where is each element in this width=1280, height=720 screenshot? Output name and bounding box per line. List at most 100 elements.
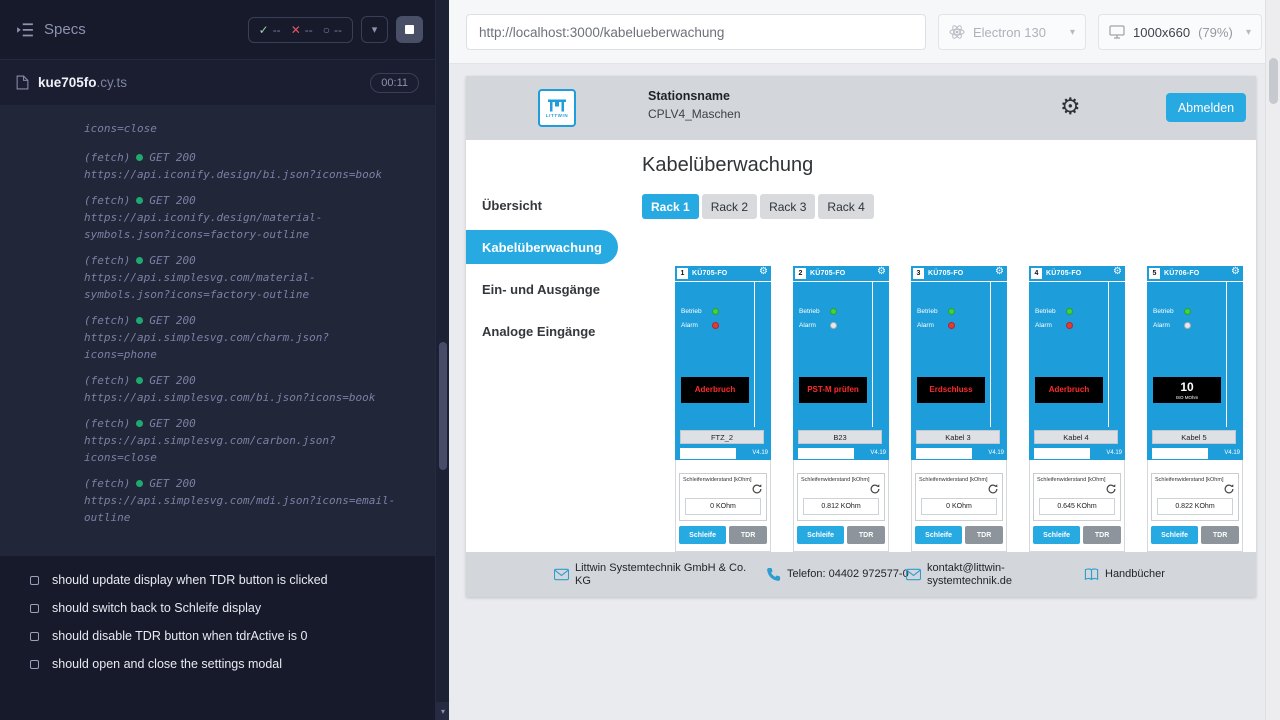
card-settings-gear-icon[interactable]: ⚙: [1113, 267, 1122, 277]
request-status: GET 200: [149, 415, 195, 432]
measurement-box: Schleifenwiderstand [kOhm] 0 KOhm: [679, 473, 767, 521]
pending-icon: ○: [323, 23, 330, 37]
alarm-led: [948, 322, 955, 329]
status-dot-icon: [136, 377, 143, 384]
status-dot-icon: [136, 257, 143, 264]
book-icon: [1084, 567, 1099, 582]
refresh-icon[interactable]: [869, 483, 881, 495]
card-settings-gear-icon[interactable]: ⚙: [1231, 267, 1240, 277]
aux-input[interactable]: [916, 448, 972, 459]
nav-analoge-eingaenge[interactable]: Analoge Eingänge: [466, 310, 626, 352]
aux-input[interactable]: [798, 448, 854, 459]
page-scrollbar[interactable]: [1265, 0, 1280, 720]
logout-button[interactable]: Abmelden: [1166, 93, 1246, 122]
footer-manuals[interactable]: Handbücher: [1084, 552, 1165, 597]
device-model: KÜ705-FO: [692, 270, 727, 277]
test-item[interactable]: should update display when TDR button is…: [0, 566, 435, 594]
tab-rack-4[interactable]: Rack 4: [818, 194, 873, 219]
cable-name-input[interactable]: Kabel 3: [916, 430, 1000, 444]
test-state-icon: [30, 632, 39, 641]
log-entry[interactable]: (fetch)GET 200 https://api.simplesvg.com…: [84, 372, 435, 406]
schleife-button[interactable]: Schleife: [679, 526, 726, 544]
nav-uebersicht[interactable]: Übersicht: [466, 184, 626, 226]
cable-name-input[interactable]: FTZ_2: [680, 430, 764, 444]
betrieb-led: [948, 308, 955, 315]
measurement-label: Schleifenwiderstand [kOhm]: [919, 477, 987, 483]
card-settings-gear-icon[interactable]: ⚙: [877, 267, 886, 277]
cable-name-input[interactable]: Kabel 5: [1152, 430, 1236, 444]
failed-count: --: [305, 23, 313, 37]
nav-ein-und-ausgaenge[interactable]: Ein- und Ausgänge: [466, 268, 626, 310]
tdr-button[interactable]: TDR: [729, 526, 767, 544]
log-entry[interactable]: (fetch)GET 200 https://api.simplesvg.com…: [84, 415, 435, 466]
schleife-button[interactable]: Schleife: [915, 526, 962, 544]
scroll-down-arrow[interactable]: ▾: [436, 702, 450, 720]
chevron-down-icon: ▾: [1246, 27, 1251, 38]
request-url: https://api.simplesvg.com/charm.json?ico…: [84, 329, 396, 363]
betrieb-led: [712, 308, 719, 315]
status-display: 10ISO MOhm: [1153, 377, 1221, 403]
slot-number: 3: [913, 268, 924, 279]
request-type: (fetch): [84, 372, 130, 389]
aux-input[interactable]: [1034, 448, 1090, 459]
request-status: GET 200: [149, 149, 195, 166]
chevron-down-icon: ▾: [1070, 27, 1075, 38]
test-item[interactable]: should switch back to Schleife display: [0, 594, 435, 622]
measurement-box: Schleifenwiderstand [kOhm] 0.645 KOhm: [1033, 473, 1121, 521]
log-entry[interactable]: (fetch)GET 200 https://api.iconify.desig…: [84, 192, 435, 243]
nav-kabelueberwachung[interactable]: Kabelüberwachung: [466, 226, 626, 268]
log-entry[interactable]: (fetch)GET 200 https://api.simplesvg.com…: [84, 475, 435, 526]
settings-gear-icon[interactable]: ⚙: [1060, 95, 1081, 118]
status-display: Aderbruch: [681, 377, 749, 403]
aux-input[interactable]: [1152, 448, 1208, 459]
phone-icon: [766, 567, 781, 582]
scrollbar-thumb[interactable]: [439, 342, 447, 470]
test-item[interactable]: should open and close the settings modal: [0, 650, 435, 678]
tab-rack-2[interactable]: Rack 2: [702, 194, 757, 219]
schleife-button[interactable]: Schleife: [797, 526, 844, 544]
browser-select[interactable]: Electron 130 ▾: [938, 14, 1086, 50]
schleife-button[interactable]: Schleife: [1033, 526, 1080, 544]
tdr-button[interactable]: TDR: [1201, 526, 1239, 544]
viewport-select[interactable]: 1000x660 (79%) ▾: [1098, 14, 1262, 50]
collapse-all-button[interactable]: ▾: [361, 16, 388, 43]
reporter-scrollbar[interactable]: ▾: [435, 0, 449, 720]
tdr-button[interactable]: TDR: [965, 526, 1003, 544]
refresh-icon[interactable]: [751, 483, 763, 495]
schleife-button[interactable]: Schleife: [1151, 526, 1198, 544]
refresh-icon[interactable]: [987, 483, 999, 495]
test-stats: ✓-- ✕-- ○--: [248, 17, 353, 43]
app-sidebar: Übersicht Kabelüberwachung Ein- und Ausg…: [466, 140, 626, 552]
test-item[interactable]: should disable TDR button when tdrActive…: [0, 622, 435, 650]
footer-email[interactable]: kontakt@littwin-systemtechnik.de: [906, 552, 1031, 597]
scrollbar-thumb[interactable]: [1269, 58, 1278, 104]
card-row: 1 KÜ705-FO ⚙ Betrieb Alarm Aderbruch FTZ…: [675, 266, 1243, 552]
tdr-button[interactable]: TDR: [847, 526, 885, 544]
refresh-icon[interactable]: [1105, 483, 1117, 495]
log-entry[interactable]: (fetch)GET 200 https://api.simplesvg.com…: [84, 252, 435, 303]
log-entry[interactable]: (fetch)GET 200 https://api.iconify.desig…: [84, 149, 435, 183]
tab-rack-3[interactable]: Rack 3: [760, 194, 815, 219]
betrieb-led: [1066, 308, 1073, 315]
request-type: (fetch): [84, 312, 130, 329]
tab-rack-1[interactable]: Rack 1: [642, 194, 699, 219]
firmware-version: V4.19: [1106, 450, 1122, 456]
spec-file-row[interactable]: kue705fo .cy.ts 00:11: [0, 60, 435, 106]
cable-name-input[interactable]: B23: [798, 430, 882, 444]
card-settings-gear-icon[interactable]: ⚙: [759, 267, 768, 277]
specs-menu-icon[interactable]: [16, 22, 34, 37]
log-entry[interactable]: (fetch)GET 200 https://api.simplesvg.com…: [84, 312, 435, 363]
measurement-label: Schleifenwiderstand [kOhm]: [801, 477, 869, 483]
request-type: (fetch): [84, 475, 130, 492]
aux-input[interactable]: [680, 448, 736, 459]
card-settings-gear-icon[interactable]: ⚙: [995, 267, 1004, 277]
stop-run-button[interactable]: [396, 16, 423, 43]
log-url-fragment[interactable]: icons=close: [84, 120, 396, 137]
refresh-icon[interactable]: [1223, 483, 1235, 495]
status-dot-icon: [136, 420, 143, 427]
tdr-button[interactable]: TDR: [1083, 526, 1121, 544]
cable-name-input[interactable]: Kabel 4: [1034, 430, 1118, 444]
url-input[interactable]: [466, 14, 926, 50]
crane-icon: [547, 98, 567, 112]
measurement-value: 0.645 KOhm: [1039, 498, 1115, 515]
